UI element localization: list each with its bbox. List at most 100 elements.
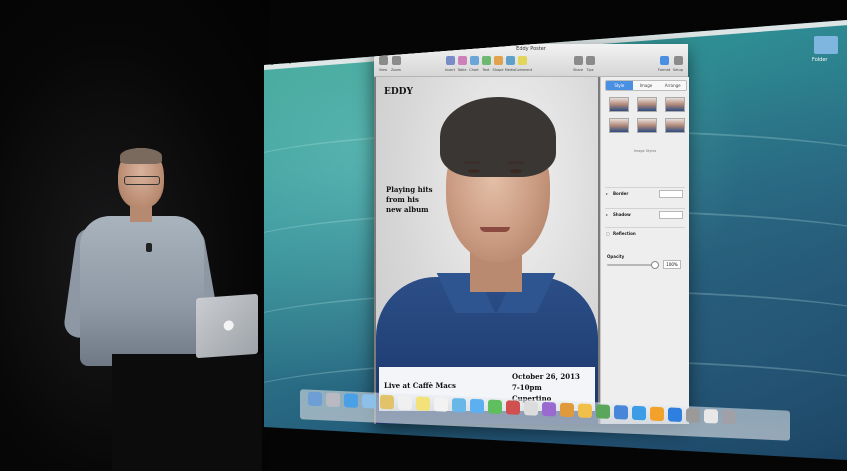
table-icon[interactable] (458, 56, 467, 65)
document-canvas[interactable]: EDDY Playing hits from his new album Liv… (374, 77, 600, 424)
chevron-right-icon: ▸ (606, 212, 609, 217)
border-section[interactable]: ▸ Border (605, 187, 685, 200)
contacts-icon[interactable] (380, 394, 394, 410)
tips-icon[interactable] (586, 56, 595, 65)
event-venue: Live at Caffè Macs (384, 381, 456, 390)
ibooks-icon[interactable] (650, 406, 664, 422)
menu-item[interactable]: Pages (282, 58, 297, 65)
event-date: October 26, 2013 (512, 372, 580, 381)
apple-logo-icon: ● (223, 317, 235, 334)
opacity-slider[interactable] (607, 264, 657, 266)
image-style-thumbnail[interactable] (637, 118, 657, 133)
folder-label: Folder (812, 57, 828, 63)
notes-icon[interactable] (416, 396, 430, 411)
presenter-glasses (124, 176, 160, 185)
menu-item[interactable]: Edit (321, 56, 331, 63)
section-label: Border (613, 191, 629, 196)
poster-page[interactable]: EDDY Playing hits from his new album Liv… (376, 77, 598, 424)
tagline-line: from his (386, 195, 419, 204)
itunes-icon[interactable] (542, 401, 556, 417)
format-inspector: Style Image Arrange Image Styles ▸ Borde… (600, 77, 689, 424)
section-label: Reflection (613, 231, 636, 236)
reflection-section[interactable]: □ Reflection (605, 227, 685, 240)
numbers-icon[interactable] (596, 404, 610, 419)
setup-icon[interactable] (674, 56, 683, 65)
safari-icon[interactable] (344, 393, 358, 408)
portrait-hair (440, 97, 556, 177)
reminders-icon[interactable] (434, 397, 448, 412)
toolbar-label: View (378, 68, 388, 72)
app-store-icon[interactable] (668, 407, 682, 422)
tagline-line: Playing hits (386, 185, 433, 194)
finder-icon[interactable] (308, 391, 322, 407)
toolbar-label: Setup (672, 68, 684, 72)
portrait-eyebrow (508, 161, 524, 164)
lapel-mic (146, 243, 152, 252)
toolbar-label: Format (657, 68, 671, 72)
section-label: Shadow (613, 212, 631, 217)
garageband-icon[interactable] (560, 402, 574, 418)
chart-icon[interactable] (470, 56, 479, 65)
portrait-mouth (480, 227, 510, 232)
image-style-grid (609, 97, 685, 133)
poster-name[interactable]: EDDY (384, 87, 413, 97)
system-preferences-icon[interactable] (686, 408, 700, 423)
pages-icon[interactable] (578, 403, 592, 419)
media-icon[interactable] (506, 56, 515, 65)
toolbar-label: Comment (515, 68, 533, 72)
image-style-thumbnail[interactable] (637, 97, 657, 112)
opacity-slider-knob[interactable] (651, 261, 659, 269)
portrait-eyebrow (464, 161, 480, 164)
tab-image[interactable]: Image (632, 81, 660, 90)
window-toolbar: Eddy Poster View Zoom Insert Table Chart… (374, 44, 688, 77)
opacity-value-field[interactable]: 100% (663, 260, 681, 269)
shape-icon[interactable] (494, 56, 503, 65)
toolbar-label: Zoom (390, 68, 402, 72)
calendar-icon[interactable] (398, 395, 412, 411)
trash-icon[interactable] (722, 409, 736, 425)
insert-icon[interactable] (446, 56, 455, 65)
border-swatch[interactable] (659, 190, 683, 198)
format-icon[interactable] (660, 56, 669, 65)
menu-item[interactable]: File (305, 57, 313, 64)
presenter-shirt (80, 216, 204, 366)
view-icon[interactable] (379, 56, 388, 65)
photo-booth-icon[interactable] (506, 400, 520, 415)
pages-window: Eddy Poster View Zoom Insert Table Chart… (374, 44, 689, 424)
image-style-thumbnail[interactable] (665, 97, 685, 112)
launchpad-icon[interactable] (326, 392, 340, 408)
iphoto-icon[interactable] (524, 401, 538, 416)
chevron-right-icon: ▸ (606, 191, 609, 196)
poster-tagline[interactable]: Playing hits from his new album (386, 185, 456, 215)
tab-style[interactable]: Style (606, 81, 633, 90)
portrait-eye (468, 169, 480, 173)
messages-icon[interactable] (470, 398, 484, 414)
comment-icon[interactable] (518, 56, 527, 65)
keynote-icon[interactable] (614, 405, 628, 420)
menu-item[interactable]: Insert (339, 54, 353, 61)
minimize-button[interactable] (386, 48, 392, 54)
inspector-tabs: Style Image Arrange (605, 80, 687, 91)
shadow-swatch[interactable] (659, 211, 683, 219)
facetime-icon[interactable] (488, 399, 502, 415)
opacity-label: Opacity (607, 254, 625, 259)
shadow-section[interactable]: ▸ Shadow (605, 208, 685, 221)
maps-icon[interactable] (452, 397, 466, 413)
app-store-icon[interactable] (632, 405, 646, 421)
image-style-thumbnail[interactable] (665, 118, 685, 133)
apple-menu-icon[interactable]: ● (270, 60, 274, 66)
image-style-thumbnail[interactable] (609, 97, 629, 112)
tab-arrange[interactable]: Arrange (659, 81, 686, 90)
image-style-thumbnail[interactable] (609, 118, 629, 133)
checkbox-icon[interactable]: □ (606, 231, 610, 236)
folder-icon[interactable] (814, 36, 838, 54)
mail-icon[interactable] (362, 394, 376, 409)
documents-stack-icon[interactable] (704, 408, 718, 424)
close-button[interactable] (378, 48, 384, 54)
share-icon[interactable] (574, 56, 583, 65)
zoom-icon[interactable] (392, 56, 401, 65)
zoom-button[interactable] (394, 48, 400, 54)
image-styles-label: Image Styles (633, 149, 657, 153)
projection-screen: ● Pages File Edit Insert Format Arrange … (264, 20, 847, 460)
text-icon[interactable] (482, 56, 491, 65)
